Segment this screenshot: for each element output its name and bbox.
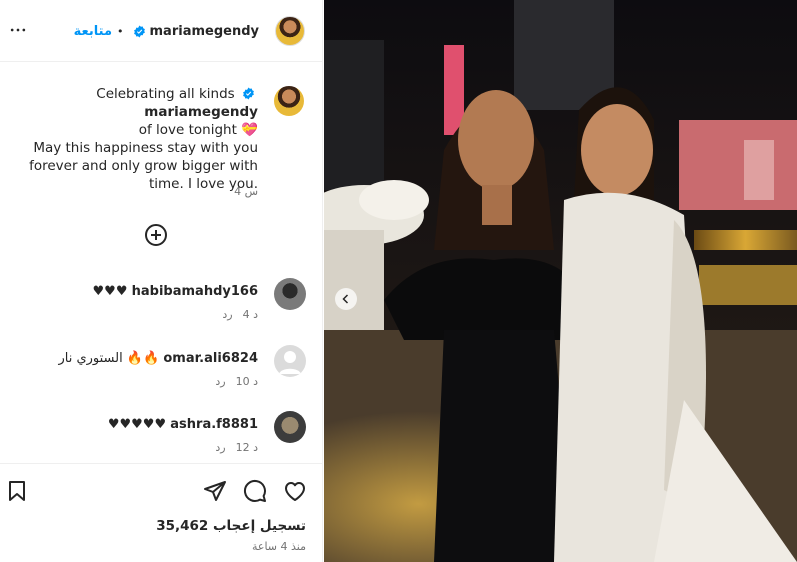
comment-body: ♥♥♥ <box>92 284 128 299</box>
comment-text: الستوري نار 🔥🔥 omar.ali6824 <box>58 351 258 366</box>
comment-username[interactable]: habibamahdy166 <box>132 284 258 299</box>
comment-username[interactable]: ashra.f8881 <box>170 417 258 432</box>
reply-button[interactable]: رد <box>215 441 225 454</box>
bookmark-icon[interactable] <box>5 479 29 503</box>
send-icon[interactable] <box>203 479 227 503</box>
previous-photo-button[interactable] <box>335 288 357 310</box>
comment-time[interactable]: 10 د <box>236 375 258 388</box>
caption-timestamp[interactable]: 4 س <box>234 185 258 198</box>
comment-icon[interactable] <box>243 479 267 503</box>
actions-divider <box>0 463 323 464</box>
caption-first-line: Celebrating all kinds mariamegendy <box>2 85 258 121</box>
caption-text-line1: Celebrating all kinds <box>96 86 235 102</box>
caption-username[interactable]: mariamegendy <box>144 104 258 120</box>
verified-badge-icon <box>133 25 145 37</box>
comment-text: ♥♥♥♥♥ ashra.f8881 <box>108 417 258 432</box>
follow-button[interactable]: متابعة <box>74 24 112 39</box>
commenter-avatar[interactable] <box>274 345 306 377</box>
reply-button[interactable]: رد <box>215 375 225 388</box>
caption-text-line3: May this happiness stay with you <box>33 140 258 156</box>
add-circle-icon[interactable] <box>144 223 168 247</box>
caption-text-line2: of love tonight 💝 <box>138 122 258 138</box>
caption-text-line4: forever and only grow bigger with <box>29 158 258 174</box>
heart-icon[interactable] <box>283 479 307 503</box>
comment-body: الستوري نار 🔥🔥 <box>58 351 160 366</box>
post-header: متابعة • mariamegendy <box>0 0 323 62</box>
comment-meta: رد 12 د <box>215 441 258 454</box>
commenter-avatar[interactable] <box>274 411 306 443</box>
header-username[interactable]: mariamegendy <box>150 24 259 39</box>
caption-text-line5: time. I love you. <box>148 176 258 192</box>
likes-count[interactable]: 35,462 تسجيل إعجاب <box>156 518 306 534</box>
comment-item: الستوري نار 🔥🔥 omar.ali6824 رد 10 د <box>0 345 322 405</box>
separator-dot: • <box>117 24 124 38</box>
more-horizontal-icon[interactable] <box>8 20 28 40</box>
comment-body: ♥♥♥♥♥ <box>107 417 167 432</box>
chevron-left-icon <box>342 294 349 304</box>
post-side-panel: متابعة • mariamegendy Celebrating all ki… <box>0 0 323 562</box>
photo-illustration <box>324 0 797 562</box>
comment-username[interactable]: omar.ali6824 <box>163 351 258 366</box>
verified-badge-icon <box>243 87 254 100</box>
post-photo[interactable] <box>324 0 797 562</box>
post-caption: Celebrating all kinds mariamegendy of lo… <box>2 85 258 193</box>
comment-time[interactable]: 4 د <box>243 308 258 321</box>
reply-button[interactable]: رد <box>222 308 232 321</box>
comment-meta: رد 4 د <box>222 308 258 321</box>
caption-avatar[interactable] <box>274 86 304 116</box>
comment-item: ♥♥♥♥♥ ashra.f8881 رد 12 د <box>0 411 322 471</box>
comment-meta: رد 10 د <box>215 375 258 388</box>
comment-text: ♥♥♥ habibamahdy166 <box>93 284 258 299</box>
header-user-line: متابعة • mariamegendy <box>74 21 259 41</box>
comment-item: ♥♥♥ habibamahdy166 رد 4 د <box>0 278 322 338</box>
default-user-icon <box>279 351 301 374</box>
comment-time[interactable]: 12 د <box>236 441 258 454</box>
post-time-ago[interactable]: منذ 4 ساعة <box>252 540 306 553</box>
commenter-avatar[interactable] <box>274 278 306 310</box>
author-avatar[interactable] <box>275 16 305 46</box>
